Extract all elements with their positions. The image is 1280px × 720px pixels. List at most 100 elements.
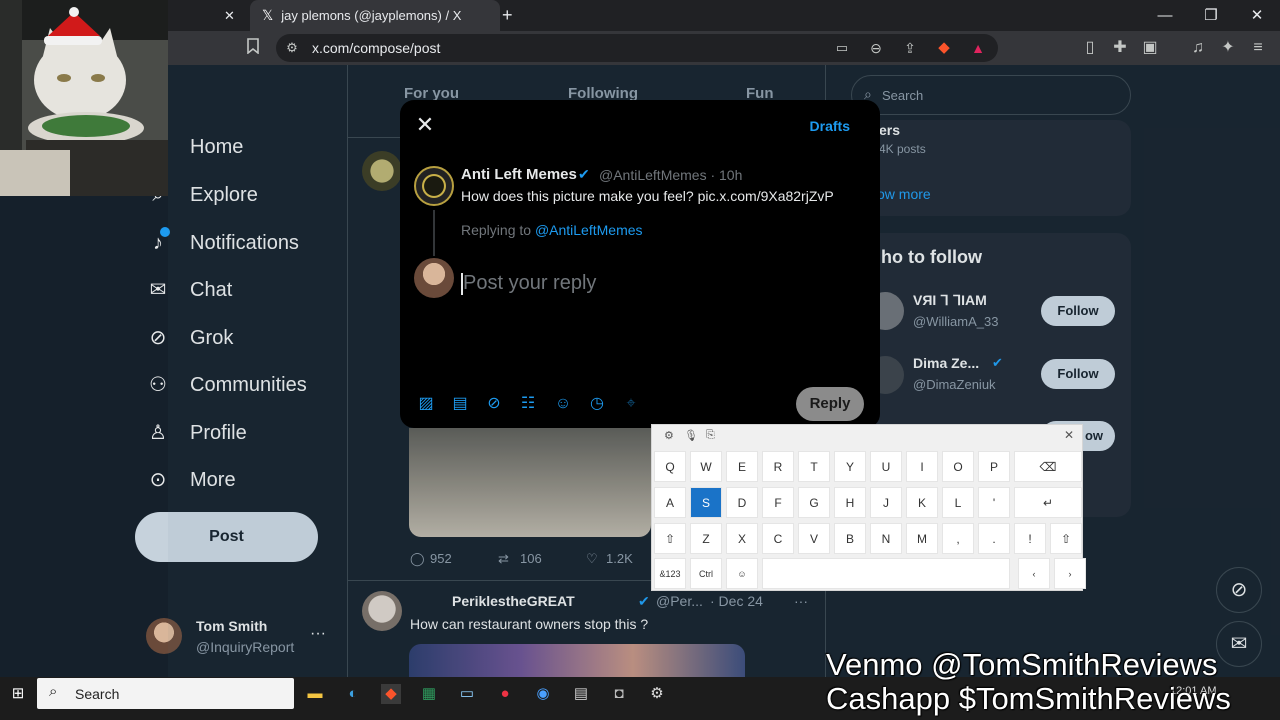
key-space[interactable]: [762, 558, 1010, 589]
menu-icon[interactable]: ≡: [1248, 38, 1268, 58]
sidebar-toggle-icon[interactable]: ▣: [1140, 38, 1160, 58]
share-icon[interactable]: ⇪: [900, 38, 920, 58]
restore-button[interactable]: ❐: [1188, 0, 1234, 31]
reply-input[interactable]: Post your reply: [461, 270, 861, 302]
file-explorer-icon[interactable]: ▬: [305, 684, 325, 704]
more-circle-icon: ⊙: [149, 469, 167, 491]
key-q[interactable]: Q: [654, 451, 686, 482]
key-v[interactable]: V: [798, 523, 830, 554]
brave-shield-icon[interactable]: ◆: [934, 38, 954, 58]
key-y[interactable]: Y: [834, 451, 866, 482]
keyboard-settings-icon[interactable]: ⚙: [664, 429, 674, 442]
key-h[interactable]: H: [834, 487, 866, 518]
bell-icon: ♪: [146, 227, 170, 255]
original-tweet-name[interactable]: Anti Left Memes: [461, 166, 577, 183]
leo-ai-icon[interactable]: ✦: [1218, 38, 1238, 58]
key-w[interactable]: W: [690, 451, 722, 482]
gif-icon[interactable]: ▤: [450, 394, 470, 414]
extensions-icon[interactable]: ✚: [1110, 38, 1130, 58]
original-tweet-avatar: [414, 166, 454, 206]
key-left[interactable]: ‹: [1018, 558, 1050, 589]
key-.[interactable]: .: [978, 523, 1010, 554]
brave-rewards-icon[interactable]: ▲: [968, 38, 988, 58]
windows-start-icon[interactable]: ⊞: [8, 684, 28, 704]
location-icon[interactable]: ⌖: [621, 394, 641, 414]
url-text: x.com/compose/post: [312, 40, 441, 56]
key-⇧[interactable]: ⇧: [1050, 523, 1082, 554]
camera-app-icon[interactable]: ◘: [609, 684, 629, 704]
key-x[interactable]: X: [726, 523, 758, 554]
address-bar[interactable]: ⚙ x.com/compose/post ▭ ⊖ ⇪ ◆ ▲: [276, 34, 998, 62]
key-g[interactable]: G: [798, 487, 830, 518]
key-a[interactable]: A: [654, 487, 686, 518]
new-tab-button[interactable]: +: [502, 0, 522, 31]
media-icon[interactable]: ▨: [416, 394, 436, 414]
tab-close-icon[interactable]: ✕: [224, 8, 235, 24]
key-t[interactable]: T: [798, 451, 830, 482]
webcam-overlay: [0, 0, 168, 196]
key-f[interactable]: F: [762, 487, 794, 518]
key-right[interactable]: ›: [1054, 558, 1086, 589]
taskbar-search[interactable]: ⌕ Search: [37, 678, 294, 709]
calculator-icon[interactable]: ▦: [419, 684, 439, 704]
key-k[interactable]: K: [906, 487, 938, 518]
brave-icon[interactable]: ◆: [381, 684, 401, 704]
key-m[interactable]: M: [906, 523, 938, 554]
browser-tab-bar: ✕ 𝕏 jay plemons (@jayplemons) / X + — ❐ …: [0, 0, 1280, 31]
key-b[interactable]: B: [834, 523, 866, 554]
key-u[interactable]: U: [870, 451, 902, 482]
key-numbers[interactable]: &123: [654, 558, 686, 589]
minimize-button[interactable]: —: [1142, 0, 1188, 31]
key-'[interactable]: ': [978, 487, 1010, 518]
key-,[interactable]: ,: [942, 523, 974, 554]
key-⌫[interactable]: ⌫: [1014, 451, 1082, 482]
schedule-icon[interactable]: ◷: [587, 394, 607, 414]
close-modal-button[interactable]: ✕: [414, 114, 436, 136]
keyboard-mic-icon[interactable]: 🎙: [684, 429, 698, 442]
tab-active[interactable]: 𝕏 jay plemons (@jayplemons) / X: [250, 0, 500, 31]
chat-app-icon[interactable]: ▭: [457, 684, 477, 704]
key-n[interactable]: N: [870, 523, 902, 554]
key-↵[interactable]: ↵: [1014, 487, 1082, 518]
app2-icon[interactable]: ▤: [571, 684, 591, 704]
app-icon[interactable]: ◉: [533, 684, 553, 704]
key-d[interactable]: D: [726, 487, 758, 518]
reply-button[interactable]: Reply: [796, 387, 864, 421]
key-c[interactable]: C: [762, 523, 794, 554]
previous-tab[interactable]: ✕: [168, 0, 248, 31]
key-i[interactable]: I: [906, 451, 938, 482]
grok-icon[interactable]: ⊘: [484, 394, 504, 414]
zoom-icon[interactable]: ⊖: [866, 38, 886, 58]
key-j[interactable]: J: [870, 487, 902, 518]
minimize-icon: —: [1157, 7, 1173, 24]
key-ctrl[interactable]: Ctrl: [690, 558, 722, 589]
key-o[interactable]: O: [942, 451, 974, 482]
key-p[interactable]: P: [978, 451, 1010, 482]
cast-icon[interactable]: ▭: [832, 38, 852, 58]
replying-to-handle[interactable]: @AntiLeftMemes: [535, 222, 643, 238]
emoji-icon[interactable]: ☺: [553, 394, 573, 414]
media-icon[interactable]: ♫: [1188, 38, 1208, 58]
key-s[interactable]: S: [690, 487, 722, 518]
key-z[interactable]: Z: [690, 523, 722, 554]
cashapp-text: Cashapp $TomSmithReviews: [826, 681, 1231, 716]
close-window-button[interactable]: ✕: [1234, 0, 1280, 31]
key-![interactable]: !: [1014, 523, 1046, 554]
wallet-icon[interactable]: ▯: [1080, 38, 1100, 58]
settings-app-icon[interactable]: ⚙: [647, 684, 667, 704]
key-r[interactable]: R: [762, 451, 794, 482]
mic-app-icon[interactable]: ●: [495, 684, 515, 704]
drafts-link[interactable]: Drafts: [810, 118, 850, 134]
key-l[interactable]: L: [942, 487, 974, 518]
site-settings-icon[interactable]: ⚙: [282, 38, 302, 58]
key-e[interactable]: E: [726, 451, 758, 482]
plus-icon: +: [502, 5, 513, 25]
poll-icon[interactable]: ☷: [518, 394, 538, 414]
key-emoji[interactable]: ☺: [726, 558, 758, 589]
restore-icon: ❐: [1204, 7, 1218, 24]
edge-icon[interactable]: ◐: [343, 684, 363, 704]
keyboard-close-icon[interactable]: ✕: [1064, 428, 1074, 442]
keyboard-clipboard-icon[interactable]: ⎘: [706, 429, 715, 442]
bookmark-icon[interactable]: [243, 38, 263, 60]
key-⇧[interactable]: ⇧: [654, 523, 686, 554]
